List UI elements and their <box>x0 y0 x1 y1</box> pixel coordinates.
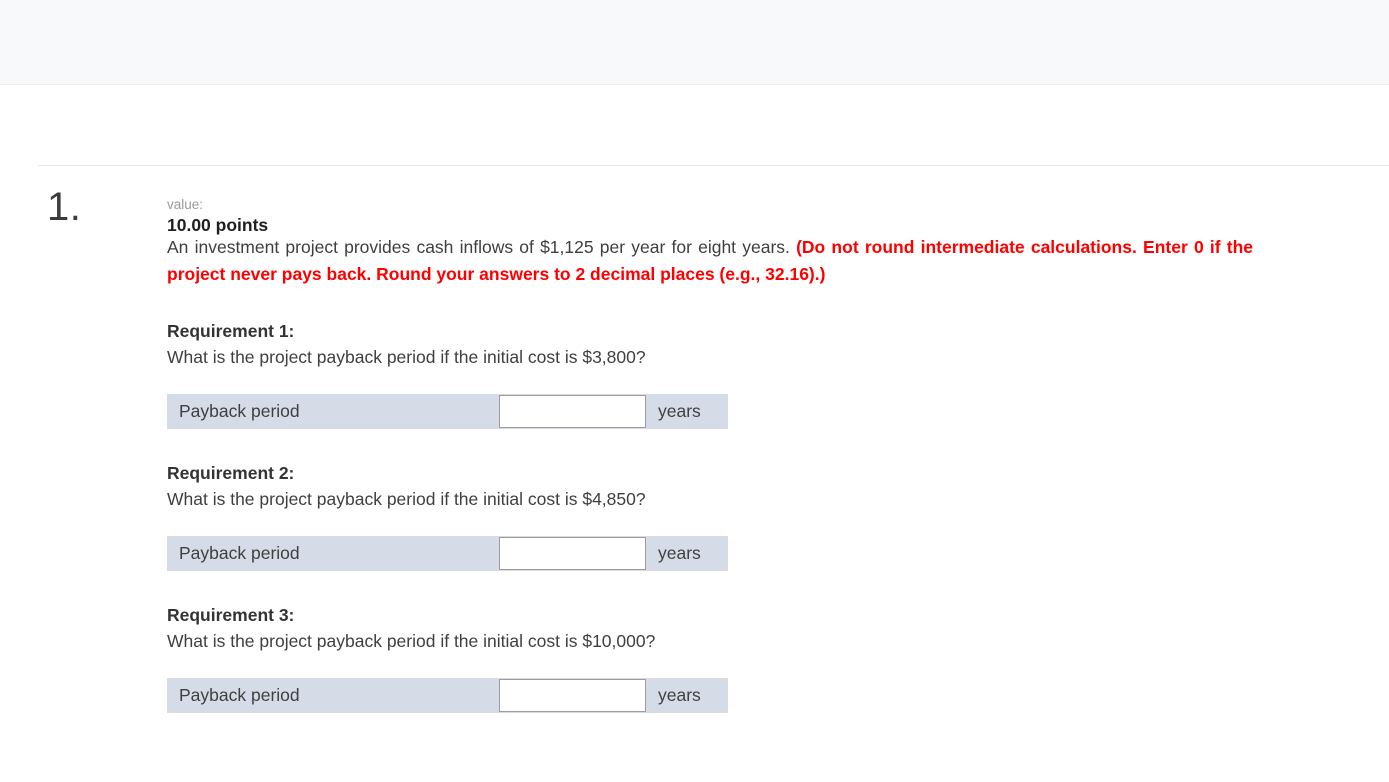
requirement-title-1: Requirement 1: <box>167 321 295 341</box>
answer-table-1: Payback period years <box>167 394 728 429</box>
requirement-question-2: What is the project payback period if th… <box>167 489 646 509</box>
requirement-title-2: Requirement 2: <box>167 463 295 483</box>
question-stem: An investment project provides cash infl… <box>167 234 1253 287</box>
answer-row-label-3: Payback period <box>167 678 499 713</box>
table-row: Payback period years <box>167 536 728 571</box>
requirement-block-3: Requirement 3: What is the project payba… <box>167 603 1253 713</box>
answer-unit-1: years <box>646 394 728 429</box>
answer-row-label-1: Payback period <box>167 394 499 429</box>
answer-table-2: Payback period years <box>167 536 728 571</box>
table-row: Payback period years <box>167 394 728 429</box>
requirement-block-2: Requirement 2: What is the project payba… <box>167 461 1253 571</box>
answer-input-cell-2 <box>499 536 646 571</box>
question-stem-plain: An investment project provides cash infl… <box>167 237 797 257</box>
requirement-title-3: Requirement 3: <box>167 605 295 625</box>
value-label: value: <box>167 197 204 212</box>
question-value-block: value: 10.00 points <box>167 196 268 237</box>
answer-input-cell-1 <box>499 394 646 429</box>
requirement-block-1: Requirement 1: What is the project payba… <box>167 319 1253 429</box>
answer-table-3: Payback period years <box>167 678 728 713</box>
requirement-question-3: What is the project payback period if th… <box>167 631 656 651</box>
payback-period-input-2[interactable] <box>499 537 646 570</box>
question-body: An investment project provides cash infl… <box>167 234 1253 713</box>
answer-unit-2: years <box>646 536 728 571</box>
payback-period-input-1[interactable] <box>499 395 646 428</box>
requirement-question-1: What is the project payback period if th… <box>167 347 646 367</box>
top-toolbar <box>0 0 1389 85</box>
answer-unit-3: years <box>646 678 728 713</box>
answer-input-cell-3 <box>499 678 646 713</box>
question-header: 1. value: 10.00 points <box>0 86 1389 235</box>
table-row: Payback period years <box>167 678 728 713</box>
payback-period-input-3[interactable] <box>499 679 646 712</box>
header-divider <box>38 165 1389 166</box>
answer-row-label-2: Payback period <box>167 536 499 571</box>
question-number: 1. <box>47 185 82 229</box>
